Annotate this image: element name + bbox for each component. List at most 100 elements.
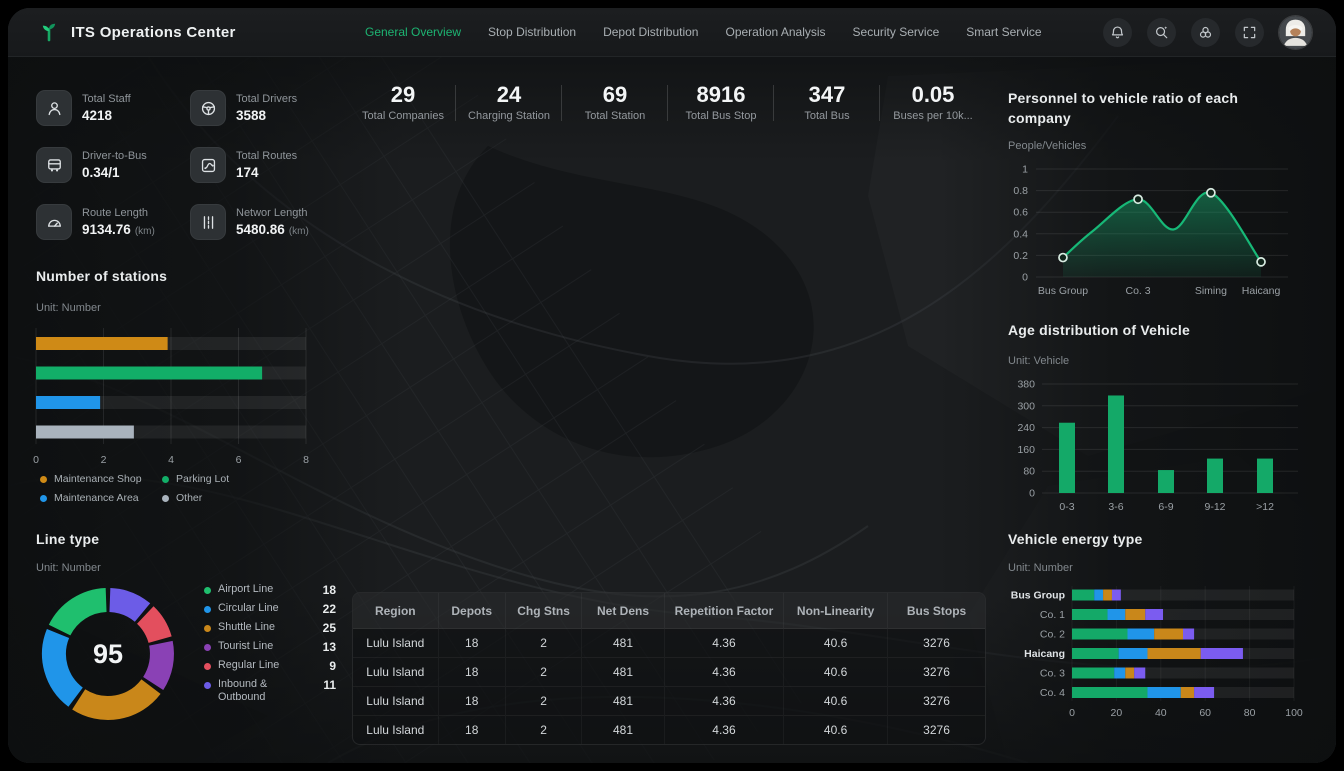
dashboard-content: Total Staff 4218 Total Drivers3588Driver-t…	[8, 56, 1336, 763]
svg-text:0: 0	[1069, 707, 1075, 719]
legend-dot	[162, 495, 169, 502]
legend-item-circular-line[interactable]: Circular Line22	[204, 602, 336, 616]
table-cell: 18	[438, 687, 505, 716]
stat-card-total-routes: Total Routes174	[190, 147, 342, 183]
svg-text:1: 1	[1022, 164, 1028, 176]
svg-text:Siming: Siming	[1195, 285, 1227, 297]
legend-label: Shuttle Line	[218, 621, 316, 634]
legend-item-regular-line[interactable]: Regular Line 9	[204, 659, 336, 673]
kpi-value: 24	[456, 82, 562, 108]
table-row[interactable]: Lulu Island1824814.3640.63276	[353, 629, 985, 658]
svg-text:8: 8	[303, 454, 309, 466]
table-cell: 2	[505, 687, 581, 716]
kpi-label: Total Bus Stop	[668, 110, 774, 122]
svg-text:Bus Group: Bus Group	[1038, 285, 1088, 297]
svg-text:380: 380	[1017, 379, 1035, 391]
legend-label: Inbound & Outbound	[218, 678, 316, 704]
legend-label: Tourist Line	[218, 640, 316, 653]
energy-stacked-bar-chart: 020406080100Bus GroupCo. 1Co. 2HaicangCo…	[1008, 578, 1308, 723]
table-cell: 2	[505, 658, 581, 687]
stats-grid: Total Staff 4218 Total Drivers3588Driver-t…	[36, 90, 342, 240]
table-cell: 2	[505, 629, 581, 658]
legend-item-other[interactable]: Other	[162, 492, 284, 504]
stat-value: 0.34/1	[82, 165, 147, 180]
legend-item-maintenance-shop[interactable]: Maintenance Shop	[40, 473, 162, 485]
legend-item-parking-lot[interactable]: Parking Lot	[162, 473, 284, 485]
bell-icon	[1110, 25, 1125, 40]
legend-value: 22	[323, 602, 336, 616]
svg-text:0: 0	[33, 454, 39, 466]
column-header-non-linearity[interactable]: Non-Linearity	[784, 593, 888, 629]
fullscreen-button[interactable]	[1235, 18, 1264, 47]
legend-item-maintenance-area[interactable]: Maintenance Area	[40, 492, 162, 504]
legend-item-shuttle-line[interactable]: Shuttle Line 25	[204, 621, 336, 635]
nav-item-depot-distribution[interactable]: Depot Distribution	[603, 25, 698, 39]
bell-button[interactable]	[1103, 18, 1132, 47]
stat-label: Total Staff	[82, 93, 131, 105]
stat-unit: (km)	[289, 226, 309, 237]
legend-value: 9	[329, 659, 336, 673]
svg-text:300: 300	[1017, 400, 1035, 412]
nav-item-security-service[interactable]: Security Service	[853, 25, 940, 39]
table-cell: 18	[438, 629, 505, 658]
column-header-bus-stops[interactable]: Bus Stops	[888, 593, 985, 629]
svg-text:40: 40	[1155, 707, 1167, 719]
age-bar-chart: 0801602403003800-33-66-99-12>12	[1008, 374, 1308, 516]
kpi-value: 69	[562, 82, 668, 108]
stat-card-total-drivers: Total Drivers3588	[190, 90, 342, 126]
table-cell: 481	[582, 658, 665, 687]
donut-center-value: 95	[93, 639, 123, 669]
kpi-total-companies: 29Total Companies	[350, 76, 456, 136]
nav-item-operation-analysis[interactable]: Operation Analysis	[725, 25, 825, 39]
legend-item-inbound-outbound[interactable]: Inbound & Outbound11	[204, 678, 336, 704]
svg-text:Co. 4: Co. 4	[1040, 687, 1065, 699]
nav-item-stop-distribution[interactable]: Stop Distribution	[488, 25, 576, 39]
linetype-title: Line type	[36, 531, 99, 547]
table-cell: 4.36	[664, 716, 783, 745]
apps-button[interactable]	[1191, 18, 1220, 47]
kpi-charging-station: 24Charging Station	[456, 76, 562, 136]
ratio-unit-label: People/Vehicles	[1008, 140, 1086, 152]
stat-value: 4218	[82, 108, 131, 123]
linetype-legend: Airport Line18 Circular Line22 Shuttle Lin…	[204, 583, 336, 704]
stat-value: 5480.86(km)	[236, 222, 309, 237]
column-header-depots[interactable]: Depots	[438, 593, 505, 629]
energy-title: Vehicle energy type	[1008, 531, 1143, 547]
column-header-net-dens[interactable]: Net Dens	[582, 593, 665, 629]
nav-item-smart-service[interactable]: Smart Service	[966, 25, 1041, 39]
nav-item-general-overview[interactable]: General Overview	[365, 25, 461, 39]
legend-item-airport-line[interactable]: Airport Line18	[204, 583, 336, 597]
kpi-row: 29Total Companies24Charging Station69Tot…	[350, 76, 986, 136]
svg-text:6: 6	[236, 454, 242, 466]
legend-dot	[162, 476, 169, 483]
column-header-chg-stns[interactable]: Chg Stns	[505, 593, 581, 629]
table-row[interactable]: Lulu Island1824814.3640.63276	[353, 716, 985, 745]
stations-legend: Maintenance ShopParking LotMaintenance A…	[40, 473, 300, 504]
column-header-repetition-factor[interactable]: Repetition Factor	[664, 593, 783, 629]
legend-item-tourist-line[interactable]: Tourist Line 13	[204, 640, 336, 654]
table-cell: 3276	[888, 687, 985, 716]
legend-value: 13	[323, 640, 336, 654]
kpi-label: Buses per 10k...	[880, 110, 986, 122]
stat-card-route-length: Route Length9134.76(km)	[36, 204, 188, 240]
svg-text:0.2: 0.2	[1013, 250, 1028, 262]
svg-text:160: 160	[1017, 444, 1035, 456]
svg-text:9-12: 9-12	[1204, 501, 1225, 513]
linetype-unit-label: Unit: Number	[36, 562, 101, 574]
svg-text:0: 0	[1029, 488, 1035, 500]
svg-text:0: 0	[1022, 272, 1028, 284]
staff-icon	[36, 90, 72, 126]
search-button[interactable]	[1147, 18, 1176, 47]
bus-icon	[36, 147, 72, 183]
table-row[interactable]: Lulu Island1824814.3640.63276	[353, 658, 985, 687]
svg-text:80: 80	[1244, 707, 1256, 719]
table-row[interactable]: Lulu Island1824814.3640.63276	[353, 687, 985, 716]
stat-card-networ-length: Networ Length5480.86(km)	[190, 204, 342, 240]
svg-text:60: 60	[1199, 707, 1211, 719]
svg-text:20: 20	[1111, 707, 1123, 719]
legend-label: Regular Line	[218, 659, 322, 672]
user-avatar[interactable]	[1279, 16, 1312, 49]
legend-value: 25	[323, 621, 336, 635]
stat-card-driver-to-bus: Driver-to-Bus0.34/1	[36, 147, 188, 183]
column-header-region[interactable]: Region	[353, 593, 438, 629]
